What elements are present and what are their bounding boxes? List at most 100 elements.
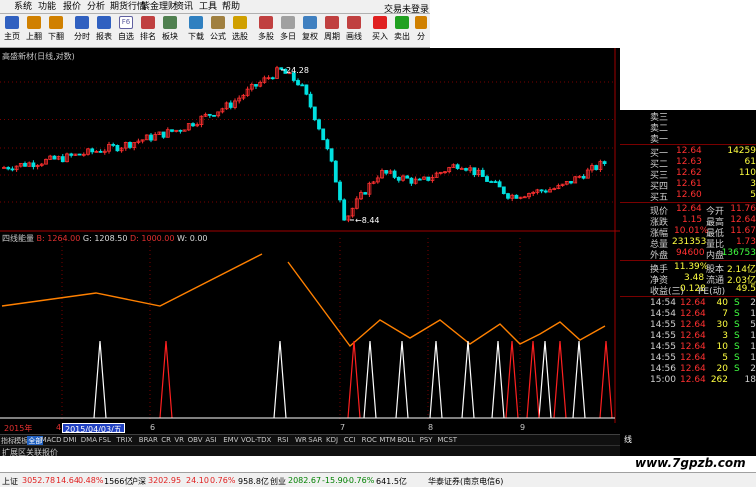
- tab-21[interactable]: MTM: [379, 436, 395, 444]
- index-hs-label[interactable]: 沪深: [130, 476, 146, 487]
- ask-row-1: 卖二: [620, 121, 756, 134]
- tab-19[interactable]: CCI: [344, 436, 356, 444]
- sector-button[interactable]: 板块: [160, 16, 180, 46]
- sector-icon: [163, 16, 177, 29]
- candle-down: [69, 153, 74, 156]
- tab-18[interactable]: KDJ: [326, 436, 338, 444]
- tick-row-2-cell: 14:55: [650, 320, 676, 330]
- ranking-button[interactable]: 排名: [138, 16, 158, 46]
- tick-row-1-cell: 1: [750, 309, 756, 319]
- date-label-9: 9: [520, 423, 526, 432]
- multi-stock-icon: [259, 16, 273, 29]
- menu-item-finance[interactable]: 紫金理财: [141, 2, 177, 12]
- candle-down: [342, 199, 347, 221]
- candle-down: [90, 148, 95, 153]
- sell-button[interactable]: 卖出: [392, 16, 412, 46]
- tab-23[interactable]: PSY: [420, 436, 433, 444]
- tick-row-2-cell: 12.64: [680, 320, 706, 330]
- candle-down: [329, 148, 334, 162]
- tab-3[interactable]: MACD: [41, 436, 62, 444]
- tab-10[interactable]: VR: [174, 436, 184, 444]
- candle-down: [514, 194, 519, 199]
- tab-14[interactable]: VOL-TDX: [241, 436, 271, 444]
- quote-row-eps-cell: 49.5: [735, 284, 756, 294]
- indicator-line-right: [287, 261, 606, 348]
- home-button[interactable]: 主页: [2, 16, 22, 46]
- draw-line-button[interactable]: 画线: [344, 16, 364, 46]
- favorites-button[interactable]: F6 自选: [116, 16, 136, 46]
- candle-down: [384, 170, 389, 174]
- low-price-label: ←8.44: [355, 216, 380, 225]
- broker-status[interactable]: 华泰证券(南京电信6): [428, 476, 503, 487]
- period-button[interactable]: 周期: [322, 16, 342, 46]
- candle-down: [493, 181, 498, 183]
- index-sh-label[interactable]: 上证: [2, 476, 18, 487]
- candle-down: [149, 134, 153, 141]
- bid-row-1-cell: 61: [744, 157, 756, 167]
- tab-8[interactable]: BRAR: [139, 436, 158, 444]
- indicator-g-value: G: 1208.50: [82, 234, 128, 243]
- candle-down: [10, 168, 15, 171]
- candle-down: [392, 170, 397, 178]
- tab-22[interactable]: BOLL: [397, 436, 415, 444]
- download-button[interactable]: 下载: [186, 16, 206, 46]
- page-down-button[interactable]: 下翻: [46, 16, 66, 46]
- menu-item-news[interactable]: 资讯: [175, 2, 193, 12]
- index-sh-pct: 0.48%: [78, 476, 104, 485]
- spike-red: [505, 340, 519, 419]
- stock-picker-button[interactable]: 选股: [230, 16, 250, 46]
- candle-down: [426, 176, 431, 181]
- split-button[interactable]: 分: [414, 16, 428, 46]
- quote-row-change-cell: 1.15: [682, 215, 703, 225]
- tab-13[interactable]: EMV: [223, 436, 238, 444]
- indicator-name[interactable]: 四线能量: [2, 234, 34, 243]
- tab-16[interactable]: WR: [295, 436, 307, 444]
- tab-17[interactable]: SAR: [308, 436, 322, 444]
- spike-white: [461, 340, 475, 419]
- tick-row-4-cell: 14:55: [650, 342, 676, 352]
- tab-5[interactable]: DMA: [81, 436, 97, 444]
- menu-item-analysis[interactable]: 分析: [87, 2, 105, 12]
- date-label-8: 8: [428, 423, 434, 432]
- index-sh-change: 14.64: [56, 476, 79, 485]
- multi-stock-button[interactable]: 多股: [256, 16, 276, 46]
- menu-item-function[interactable]: 功能: [38, 2, 56, 12]
- menu-item-quote[interactable]: 报价: [63, 2, 81, 12]
- quote-row-volume: 总量 231353 量比 1.73: [620, 237, 756, 250]
- candle-down: [602, 161, 607, 165]
- tab-4[interactable]: DMI: [63, 436, 77, 444]
- tick-row-3-cell: 3: [722, 331, 728, 341]
- page-up-button[interactable]: 上翻: [24, 16, 44, 46]
- buy-button[interactable]: 买入: [370, 16, 390, 46]
- candle-down: [270, 77, 275, 80]
- tick-row-5-cell: 14:55: [650, 353, 676, 363]
- tab-11[interactable]: OBV: [188, 436, 203, 444]
- tab-24[interactable]: MCST: [437, 436, 457, 444]
- tick-row-7-cell: 18: [744, 375, 756, 385]
- tick-row-3: 14:55 12.64 3 S 1: [620, 331, 756, 342]
- report-button[interactable]: 报表: [94, 16, 114, 46]
- indicator-series: [0, 253, 615, 419]
- download-icon: [189, 16, 203, 29]
- candle-down: [396, 176, 401, 181]
- adjust-button[interactable]: 复权: [300, 16, 320, 46]
- index-sh-amount: 1566亿: [104, 477, 133, 486]
- timeshare-button[interactable]: 分时: [72, 16, 92, 46]
- favorites-icon: F6: [119, 16, 133, 29]
- index-cy-label[interactable]: 创业: [270, 476, 286, 487]
- tab-15[interactable]: RSI: [277, 436, 288, 444]
- spike-red: [347, 340, 361, 419]
- tab-20[interactable]: ROC: [362, 436, 377, 444]
- menu-item-tools[interactable]: 工具: [199, 2, 217, 12]
- tab-7[interactable]: TRIX: [116, 436, 132, 444]
- tab-12[interactable]: ASI: [205, 436, 216, 444]
- formula-button[interactable]: 公式: [208, 16, 228, 46]
- tab-6[interactable]: FSL: [99, 436, 111, 444]
- menu-item-system[interactable]: 系统: [14, 2, 32, 12]
- candle-down: [363, 192, 368, 195]
- multi-day-button[interactable]: 多日: [278, 16, 298, 46]
- tab-9[interactable]: CR: [161, 436, 171, 444]
- bid-row-4: 买五 12.60 5: [620, 190, 756, 203]
- menu-item-help[interactable]: 帮助: [222, 2, 240, 12]
- indicator-tabs: 指标 模板 全部 MACD DMI DMA FSL TRIX BRAR CR VR OBV ASI EMV…: [0, 434, 620, 446]
